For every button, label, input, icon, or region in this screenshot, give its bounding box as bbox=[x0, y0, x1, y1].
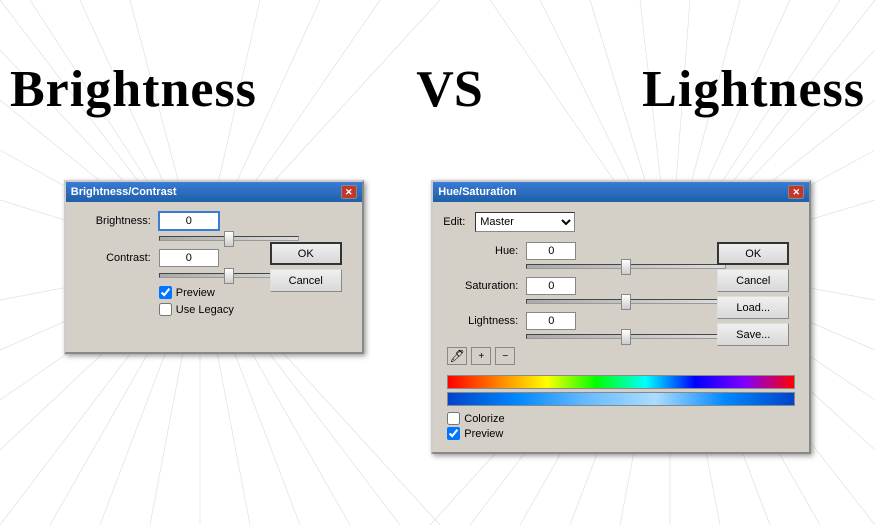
brightness-row: Brightness: bbox=[76, 212, 352, 230]
saturation-slider-track[interactable] bbox=[526, 299, 726, 304]
brightness-slider-row bbox=[76, 236, 352, 241]
brightness-dialog-content: Brightness: Contrast: bbox=[66, 202, 362, 352]
hs-dialog-titlebar: Hue/Saturation ✕ bbox=[433, 182, 809, 202]
lightness-input[interactable] bbox=[526, 312, 576, 330]
use-legacy-checkbox-row: Use Legacy bbox=[159, 303, 352, 316]
hs-cancel-button[interactable]: Cancel bbox=[717, 269, 789, 292]
hue-slider-track[interactable] bbox=[526, 264, 726, 269]
brightness-label: Brightness: bbox=[76, 215, 151, 227]
eyedropper-subtract-tool[interactable]: − bbox=[495, 347, 515, 365]
color-bars bbox=[447, 375, 795, 406]
saturation-label: Saturation: bbox=[443, 280, 518, 292]
preview-label: Preview bbox=[176, 287, 215, 299]
hs-edit-label: Edit: bbox=[443, 216, 465, 228]
hs-edit-row: Edit: Master bbox=[443, 212, 799, 232]
hs-load-button[interactable]: Load... bbox=[717, 296, 789, 319]
eyedropper-tool[interactable]: 🖊 bbox=[447, 347, 467, 365]
hs-dialog-content: Edit: Master Hue: Saturati bbox=[433, 202, 809, 452]
hs-preview-checkbox-row: Preview bbox=[447, 427, 799, 440]
colorize-label: Colorize bbox=[464, 413, 504, 425]
hue-slider-thumb[interactable] bbox=[621, 259, 631, 275]
titles-container: Brightness VS Lightness bbox=[0, 60, 875, 119]
hs-ok-button[interactable]: OK bbox=[717, 242, 789, 265]
brightness-dialog-close[interactable]: ✕ bbox=[341, 185, 357, 199]
eyedropper-add-tool[interactable]: + bbox=[471, 347, 491, 365]
bc-button-group: OK Cancel bbox=[270, 242, 342, 292]
hs-dialog-title: Hue/Saturation bbox=[438, 186, 516, 198]
lightness-label: Lightness: bbox=[443, 315, 518, 327]
dialogs-container: Brightness/Contrast ✕ Brightness: Cont bbox=[0, 180, 875, 454]
use-legacy-label: Use Legacy bbox=[176, 304, 234, 316]
hs-content-inner: Edit: Master Hue: Saturati bbox=[443, 212, 799, 440]
brightness-dialog-title: Brightness/Contrast bbox=[71, 186, 177, 198]
hue-label: Hue: bbox=[443, 245, 518, 257]
bc-content-inner: Brightness: Contrast: bbox=[76, 212, 352, 342]
hs-preview-checkbox[interactable] bbox=[447, 427, 460, 440]
hue-saturation-dialog: Hue/Saturation ✕ Edit: Master Hue: bbox=[431, 180, 811, 454]
lightness-slider-thumb[interactable] bbox=[621, 329, 631, 345]
saturation-slider-thumb[interactable] bbox=[621, 294, 631, 310]
brightness-contrast-dialog: Brightness/Contrast ✕ Brightness: Cont bbox=[64, 180, 364, 354]
title-lightness: Lightness bbox=[642, 60, 865, 119]
hs-dialog-close[interactable]: ✕ bbox=[788, 185, 804, 199]
colorize-checkbox-row: Colorize bbox=[447, 412, 799, 425]
eyedropper-row: 🖊 + − bbox=[447, 347, 799, 365]
hs-preview-label: Preview bbox=[464, 428, 503, 440]
rainbow-color-bar bbox=[447, 375, 795, 389]
hs-edit-select[interactable]: Master bbox=[475, 212, 575, 232]
saturation-input[interactable] bbox=[526, 277, 576, 295]
use-legacy-checkbox[interactable] bbox=[159, 303, 172, 316]
brightness-dialog-titlebar: Brightness/Contrast ✕ bbox=[66, 182, 362, 202]
brightness-slider-thumb[interactable] bbox=[224, 231, 234, 247]
hue-input[interactable] bbox=[526, 242, 576, 260]
lightness-slider-track[interactable] bbox=[526, 334, 726, 339]
title-vs: VS bbox=[416, 60, 482, 119]
brightness-slider-track[interactable] bbox=[159, 236, 299, 241]
preview-checkbox[interactable] bbox=[159, 286, 172, 299]
brightness-input[interactable] bbox=[159, 212, 219, 230]
bc-ok-button[interactable]: OK bbox=[270, 242, 342, 265]
hs-button-group: OK Cancel Load... Save... bbox=[717, 242, 789, 346]
contrast-input[interactable] bbox=[159, 249, 219, 267]
contrast-label: Contrast: bbox=[76, 252, 151, 264]
title-brightness: Brightness bbox=[10, 60, 257, 119]
hs-save-button[interactable]: Save... bbox=[717, 323, 789, 346]
colorize-checkbox[interactable] bbox=[447, 412, 460, 425]
bc-cancel-button[interactable]: Cancel bbox=[270, 269, 342, 292]
contrast-slider-thumb[interactable] bbox=[224, 268, 234, 284]
blue-color-bar bbox=[447, 392, 795, 406]
hs-checkboxes: Colorize Preview bbox=[443, 412, 799, 440]
